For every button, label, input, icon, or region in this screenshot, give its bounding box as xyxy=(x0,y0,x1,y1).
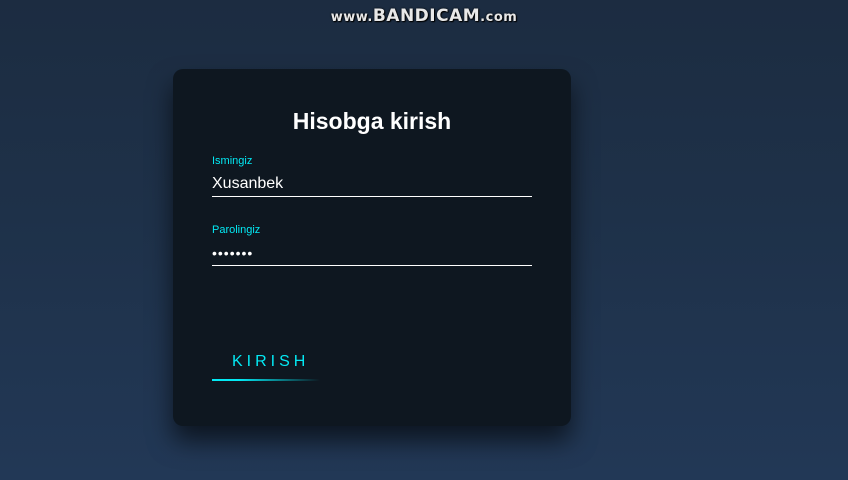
password-input[interactable] xyxy=(212,240,532,266)
login-card: Hisobga kirish Ismingiz Parolingiz KIRIS… xyxy=(173,69,571,426)
login-title: Hisobga kirish xyxy=(292,108,452,134)
watermark-suffix: .com xyxy=(480,10,518,25)
watermark-prefix: www. xyxy=(330,10,373,25)
watermark-brand: BANDICAM xyxy=(372,6,481,26)
login-submit-label: KIRISH xyxy=(232,353,310,370)
login-submit-button[interactable]: KIRISH xyxy=(212,341,332,381)
username-input[interactable] xyxy=(212,171,532,197)
submit-underline-decoration xyxy=(212,379,320,381)
username-field-group: Ismingiz xyxy=(212,155,532,197)
username-label: Ismingiz xyxy=(212,155,253,167)
password-label: Parolingiz xyxy=(212,224,261,236)
recorder-watermark: www.BANDICAM.com xyxy=(0,6,848,26)
password-field-group: Parolingiz xyxy=(212,224,532,266)
